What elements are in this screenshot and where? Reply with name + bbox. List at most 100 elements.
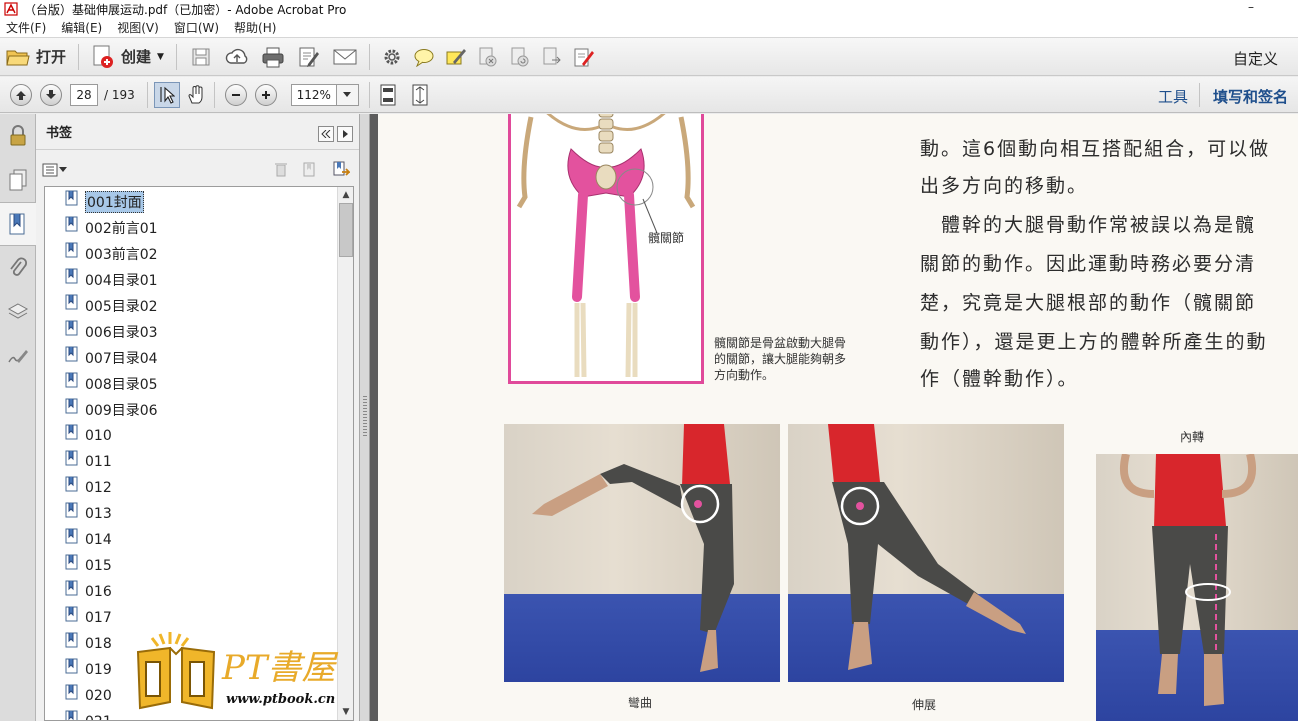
- bookmark-item[interactable]: 021: [65, 710, 112, 720]
- edit-document-icon[interactable]: [297, 45, 321, 69]
- plus-icon: [261, 90, 270, 99]
- cloud-upload-icon[interactable]: [225, 45, 249, 69]
- bookmark-item[interactable]: 016: [65, 580, 112, 603]
- page-number-input[interactable]: 28: [70, 83, 98, 106]
- rotate-page-icon[interactable]: [508, 45, 532, 69]
- bookmarks-header: 书签: [36, 114, 359, 150]
- body-text-line-3: 體幹的大腿骨動作常被誤以為是髖: [920, 214, 1257, 236]
- bookmark-item[interactable]: 004目录01: [65, 268, 158, 291]
- next-page-button[interactable]: [40, 83, 62, 106]
- sign-document-icon[interactable]: [572, 45, 596, 69]
- bookmark-item[interactable]: 005目录02: [65, 294, 158, 317]
- hand-tool-icon[interactable]: [184, 83, 208, 107]
- bookmark-icon: [65, 658, 78, 674]
- bookmark-item[interactable]: 001封面: [65, 190, 144, 213]
- signatures-button[interactable]: [0, 334, 36, 378]
- bookmark-item[interactable]: 017: [65, 606, 112, 629]
- highlight-icon[interactable]: [444, 45, 468, 69]
- skeleton-caption-line-1: 髖關節是骨盆啟動大腿骨: [714, 336, 847, 350]
- bookmark-item[interactable]: 014: [65, 528, 112, 551]
- menu-edit[interactable]: 编辑(E): [61, 19, 102, 36]
- skeleton-caption-line-3: 方向動作。: [714, 368, 775, 382]
- bookmark-label: 002前言01: [85, 221, 158, 237]
- minimize-button[interactable]: –: [1248, 0, 1254, 14]
- collapse-panel-button[interactable]: [318, 126, 334, 142]
- comment-icon[interactable]: [412, 45, 436, 69]
- panel-splitter[interactable]: [360, 114, 370, 721]
- bookmark-icon: [65, 268, 78, 284]
- bookmark-item[interactable]: 020: [65, 684, 112, 707]
- save-icon[interactable]: [189, 45, 213, 69]
- bookmarks-title: 书签: [46, 126, 73, 141]
- fill-and-sign-link[interactable]: 填写和签名: [1213, 86, 1288, 107]
- select-tool-icon[interactable]: [153, 81, 180, 108]
- expand-panel-button[interactable]: [337, 126, 353, 142]
- layers-button[interactable]: [0, 290, 36, 334]
- bookmark-item[interactable]: 008目录05: [65, 372, 158, 395]
- bookmark-label: 020: [85, 688, 112, 704]
- customize-menu[interactable]: 自定义: [1233, 48, 1278, 69]
- options-list-icon: [42, 163, 58, 177]
- zoom-dropdown-button[interactable]: [336, 83, 359, 106]
- chevron-down-icon: [343, 91, 352, 97]
- print-icon[interactable]: [261, 45, 285, 69]
- bookmark-item[interactable]: 013: [65, 502, 112, 525]
- security-button[interactable]: [0, 114, 36, 158]
- bookmark-item[interactable]: 003前言02: [65, 242, 158, 265]
- scroll-thumb[interactable]: [339, 203, 353, 257]
- menu-view[interactable]: 视图(V): [117, 19, 159, 36]
- extract-page-icon[interactable]: [540, 45, 564, 69]
- options-menu-button[interactable]: [42, 163, 67, 177]
- bookmark-icon: [65, 502, 78, 518]
- attachments-button[interactable]: [0, 246, 36, 290]
- bookmark-item[interactable]: 009目录06: [65, 398, 158, 421]
- menu-file[interactable]: 文件(F): [6, 19, 46, 36]
- body-text-line-7: 作（體幹動作）。: [920, 368, 1079, 390]
- delete-bookmark-button[interactable]: [274, 161, 288, 180]
- window-title: （台版）基础伸展运动.pdf（已加密）- Adobe Acrobat Pro: [24, 2, 347, 17]
- new-bookmark-button[interactable]: [302, 161, 318, 180]
- previous-page-button[interactable]: [10, 83, 32, 106]
- menu-window[interactable]: 窗口(W): [174, 19, 219, 36]
- bookmark-item[interactable]: 018: [65, 632, 112, 655]
- splitter-grip[interactable]: [363, 396, 367, 436]
- bookmark-item[interactable]: 012: [65, 476, 112, 499]
- fit-page-icon[interactable]: [376, 83, 400, 107]
- bookmark-icon: [65, 632, 78, 648]
- bookmark-item[interactable]: 007目录04: [65, 346, 158, 369]
- bookmarks-button[interactable]: [0, 202, 36, 246]
- bookmark-icon: [65, 684, 78, 700]
- scroll-up-button[interactable]: ▲: [338, 187, 353, 203]
- toolbar-divider: [213, 81, 215, 108]
- bookmark-item[interactable]: 002前言01: [65, 216, 158, 239]
- zoom-out-button[interactable]: [224, 83, 247, 106]
- remove-page-icon[interactable]: [476, 45, 500, 69]
- bookmark-icon: [65, 216, 78, 232]
- document-view[interactable]: 髖關節 髖關節是骨盆啟動大腿骨 的關節，讓大腿能夠朝多 方向動作。 動。這6個動…: [370, 114, 1298, 721]
- open-button[interactable]: 打开: [0, 42, 72, 72]
- create-button[interactable]: 创建 ▼: [85, 42, 170, 72]
- bookmarks-toolbar: [42, 158, 354, 182]
- bookmark-item[interactable]: 010: [65, 424, 112, 447]
- zoom-in-button[interactable]: [254, 83, 277, 106]
- skeleton-caption-line-2: 的關節，讓大腿能夠朝多: [714, 352, 847, 366]
- email-icon[interactable]: [333, 45, 357, 69]
- bookmark-label: 016: [85, 584, 112, 600]
- add-bookmark-button[interactable]: [332, 160, 352, 181]
- page-thumbnails-button[interactable]: [0, 158, 36, 202]
- fit-width-icon[interactable]: [408, 83, 432, 107]
- navigation-toolbar: 28 / 193 112% 工具 填写和签名: [0, 77, 1298, 113]
- tools-pane-link[interactable]: 工具: [1158, 86, 1188, 107]
- bookmark-item[interactable]: 015: [65, 554, 112, 577]
- zoom-level-input[interactable]: 112%: [290, 83, 337, 106]
- menu-help[interactable]: 帮助(H): [234, 19, 276, 36]
- bookmark-item[interactable]: 019: [65, 658, 112, 681]
- extension-caption: 伸展: [912, 698, 937, 712]
- extension-photo: [788, 424, 1064, 682]
- bookmark-item[interactable]: 011: [65, 450, 112, 473]
- gear-icon[interactable]: [380, 45, 404, 69]
- body-text-line-5: 楚，究竟是大腿根部的動作（髖關節: [920, 292, 1257, 314]
- flexion-photo: [504, 424, 780, 682]
- bookmark-item[interactable]: 006目录03: [65, 320, 158, 343]
- pages-icon: [9, 169, 27, 191]
